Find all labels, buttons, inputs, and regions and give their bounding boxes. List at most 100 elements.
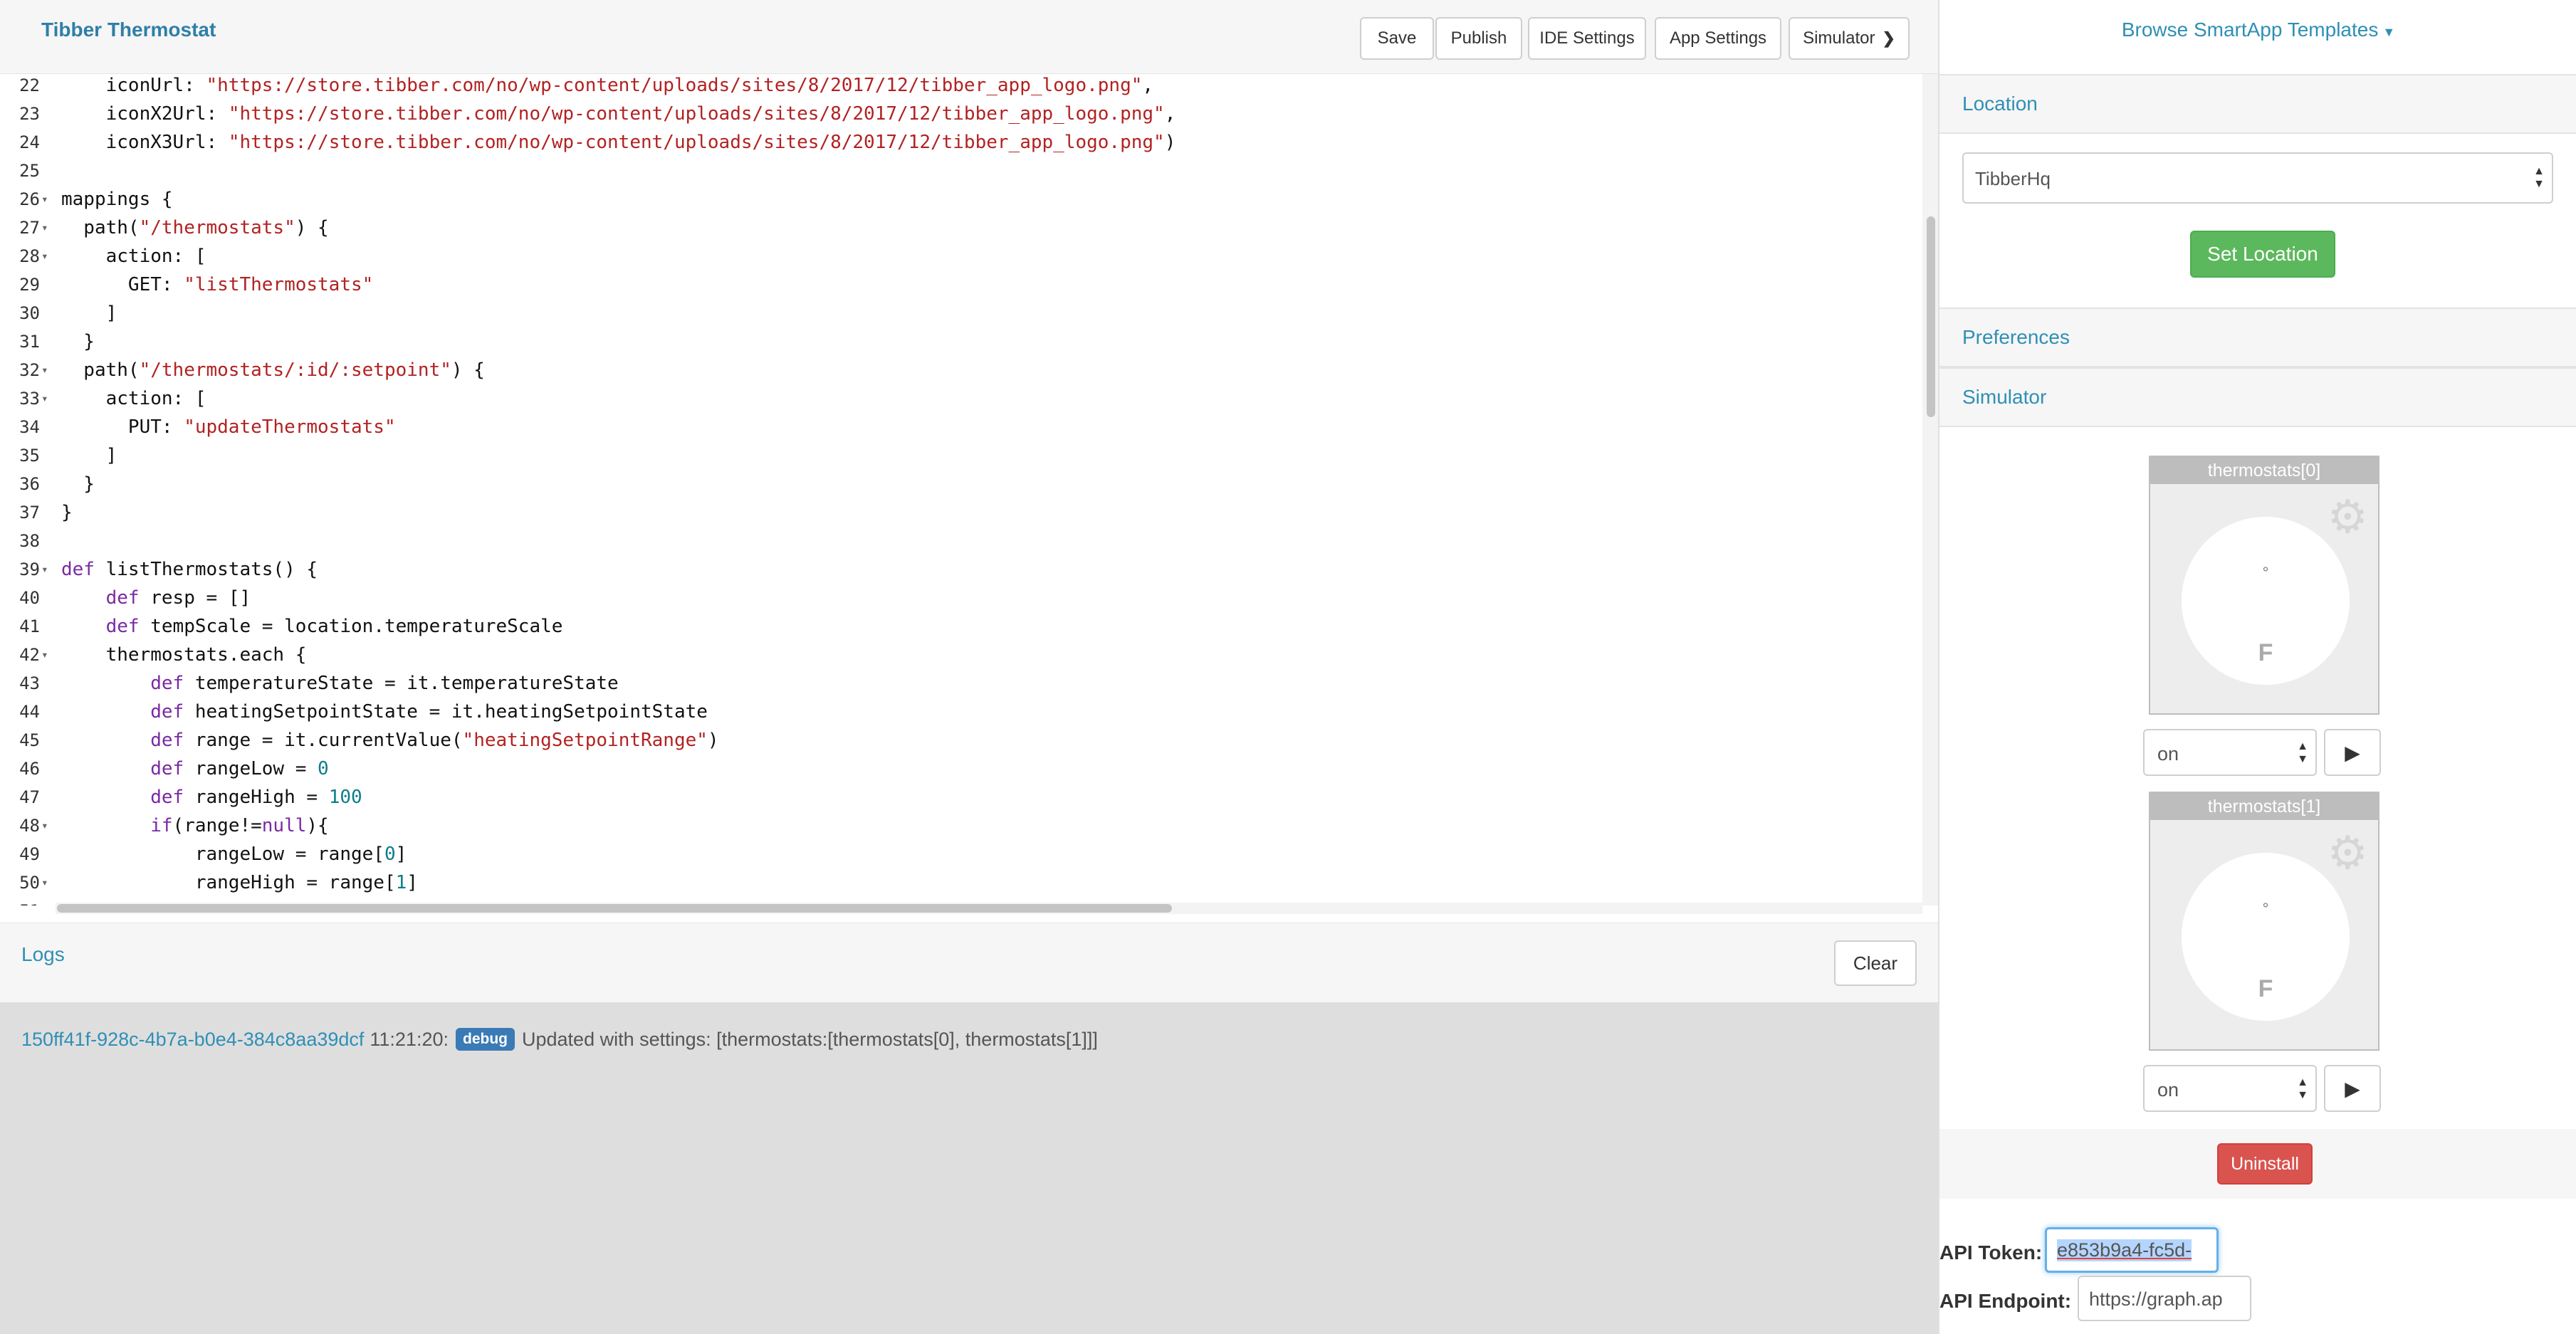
code-line[interactable]: 42 ▾ thermostats.each { [0, 641, 1922, 669]
app-title: Tibber Thermostat [41, 19, 216, 41]
code-text: action: [ [61, 246, 206, 267]
clear-logs-button[interactable]: Clear [1834, 940, 1917, 986]
uninstall-button[interactable]: Uninstall [2217, 1143, 2313, 1185]
select-arrows-icon: ▲ ▼ [2297, 740, 2308, 765]
line-number: 44 [19, 702, 40, 722]
code-line[interactable]: 40 def resp = [] [0, 584, 1922, 612]
code-line[interactable]: 44 def heatingSetpointState = it.heating… [0, 698, 1922, 726]
code-line[interactable]: 25 [0, 157, 1922, 185]
fold-toggle-icon[interactable]: ▾ [41, 868, 48, 897]
fold-toggle-icon[interactable]: ▾ [41, 185, 48, 214]
line-number: 34 [19, 417, 40, 437]
code-line[interactable]: 48 ▾ if(range!=null){ [0, 812, 1922, 840]
line-number: 33 [19, 389, 40, 409]
api-endpoint-input[interactable]: https://graph.ap [2078, 1276, 2251, 1321]
code-editor[interactable]: 22 iconUrl: "https://store.tibber.com/no… [0, 74, 1938, 905]
thermostat-dial[interactable]: ° F [2182, 853, 2350, 1021]
code-text: rangeLow = range[0] [61, 844, 407, 865]
thermostat-state-select[interactable]: on ▲ ▼ [2143, 729, 2317, 776]
caret-down-icon: ▼ [2382, 25, 2396, 39]
line-number: 32 [19, 360, 40, 380]
fold-toggle-icon[interactable]: ▾ [41, 242, 48, 271]
save-button[interactable]: Save [1360, 17, 1434, 60]
code-line[interactable]: 41 def tempScale = location.temperatureS… [0, 612, 1922, 641]
simulator-section-header[interactable]: Simulator [1939, 367, 2576, 427]
play-button[interactable]: ▶ [2324, 1065, 2381, 1112]
code-line[interactable]: 29 GET: "listThermostats" [0, 271, 1922, 299]
degree-symbol: ° [2262, 564, 2269, 582]
fold-toggle-icon[interactable]: ▾ [41, 812, 48, 840]
code-line[interactable]: 36 } [0, 470, 1922, 498]
simulator-button[interactable]: Simulator ❯ [1789, 17, 1910, 60]
code-text: def temperatureState = it.temperatureSta… [150, 673, 619, 694]
fold-toggle-icon[interactable]: ▾ [41, 384, 48, 413]
simulator-section-title: Simulator [1962, 386, 2047, 408]
code-line[interactable]: 49 rangeLow = range[0] [0, 840, 1922, 868]
fold-toggle-icon[interactable]: ▾ [41, 214, 48, 242]
code-line[interactable]: 37} [0, 498, 1922, 527]
code-line[interactable]: 43 def temperatureState = it.temperature… [0, 669, 1922, 698]
location-select-value: TibberHq [1975, 168, 2051, 189]
code-text: def range = it.currentValue("heatingSetp… [150, 730, 719, 751]
line-number: 47 [19, 787, 40, 807]
gear-icon[interactable]: ⚙ [2328, 494, 2368, 540]
code-line[interactable]: 38 [0, 527, 1922, 555]
logs-title: Logs [21, 943, 65, 965]
state-select-value: on [2157, 1079, 2179, 1101]
code-line[interactable]: 28 ▾ action: [ [0, 242, 1922, 271]
play-button[interactable]: ▶ [2324, 729, 2381, 776]
set-location-button[interactable]: Set Location [2190, 231, 2335, 278]
code-line[interactable]: 26 ▾ mappings { [0, 185, 1922, 214]
line-number: 43 [19, 673, 40, 693]
gear-icon[interactable]: ⚙ [2328, 830, 2368, 876]
line-number: 28 [19, 246, 40, 266]
code-line[interactable]: 31 } [0, 327, 1922, 356]
browse-templates-dropdown[interactable]: Browse SmartApp Templates ▼ [1939, 19, 2576, 41]
thermostat-dial[interactable]: ° F [2182, 517, 2350, 685]
publish-button[interactable]: Publish [1435, 17, 1522, 60]
log-app-id-link[interactable]: 150ff41f-928c-4b7a-b0e4-384c8aa39dcf [21, 1029, 364, 1051]
code-line[interactable]: 30 ] [0, 299, 1922, 327]
fold-toggle-icon[interactable]: ▾ [41, 356, 48, 384]
line-number: 49 [19, 844, 40, 864]
ide-settings-button[interactable]: IDE Settings [1528, 17, 1646, 60]
code-text: iconX2Url: "https://store.tibber.com/no/… [61, 103, 1176, 125]
code-line[interactable]: 27 ▾ path("/thermostats") { [0, 214, 1922, 242]
line-number: 51 [0, 897, 40, 905]
code-text: path("/thermostats") { [61, 217, 329, 238]
code-line[interactable]: 24 iconX3Url: "https://store.tibber.com/… [0, 128, 1922, 157]
app-settings-button[interactable]: App Settings [1655, 17, 1781, 60]
line-number: 29 [19, 275, 40, 295]
chevron-right-icon: ❯ [1882, 29, 1895, 47]
api-token-input[interactable]: e853b9a4-fc5d- [2045, 1227, 2219, 1273]
thermostat-state-select[interactable]: on ▲ ▼ [2143, 1065, 2317, 1112]
browse-templates-label: Browse SmartApp Templates [2121, 19, 2379, 41]
api-endpoint-value: https://graph.ap [2089, 1288, 2223, 1310]
code-text: def rangeHigh = 100 [150, 787, 362, 808]
code-text: def resp = [] [105, 587, 251, 609]
code-line[interactable]: 46 def rangeLow = 0 [0, 755, 1922, 783]
ide-toolbar: Tibber Thermostat Save Publish IDE Setti… [0, 0, 1938, 74]
code-line[interactable]: 47 def rangeHigh = 100 [0, 783, 1922, 812]
fold-toggle-icon[interactable]: ▾ [41, 641, 48, 669]
code-line[interactable]: 23 iconX2Url: "https://store.tibber.com/… [0, 100, 1922, 128]
code-line[interactable]: 22 iconUrl: "https://store.tibber.com/no… [0, 74, 1922, 100]
code-line[interactable]: 50 ▾ rangeHigh = range[1] [0, 868, 1922, 897]
code-line[interactable]: 39 ▾ def listThermostats() { [0, 555, 1922, 584]
preferences-section-header[interactable]: Preferences [1939, 308, 2576, 367]
code-line[interactable]: 45 def range = it.currentValue("heatingS… [0, 726, 1922, 755]
editor-horizontal-scroll-thumb[interactable] [57, 904, 1172, 913]
location-select[interactable]: TibberHq ▲ ▼ [1962, 152, 2553, 204]
location-section-header[interactable]: Location [1939, 74, 2576, 134]
code-line[interactable]: 32 ▾ path("/thermostats/:id/:setpoint") { [0, 356, 1922, 384]
code-line[interactable]: 33 ▾ action: [ [0, 384, 1922, 413]
line-number: 42 [19, 645, 40, 665]
editor-vertical-scrollbar[interactable] [1922, 74, 1938, 905]
code-line[interactable]: 35 ] [0, 441, 1922, 470]
log-message: Updated with settings: [thermostats:[the… [522, 1028, 1098, 1050]
editor-vertical-scroll-thumb[interactable] [1927, 216, 1935, 417]
code-text: iconUrl: "https://store.tibber.com/no/wp… [61, 75, 1154, 96]
code-text: iconX3Url: "https://store.tibber.com/no/… [61, 132, 1176, 153]
code-line[interactable]: 34 PUT: "updateThermostats" [0, 413, 1922, 441]
fold-toggle-icon[interactable]: ▾ [41, 555, 48, 584]
